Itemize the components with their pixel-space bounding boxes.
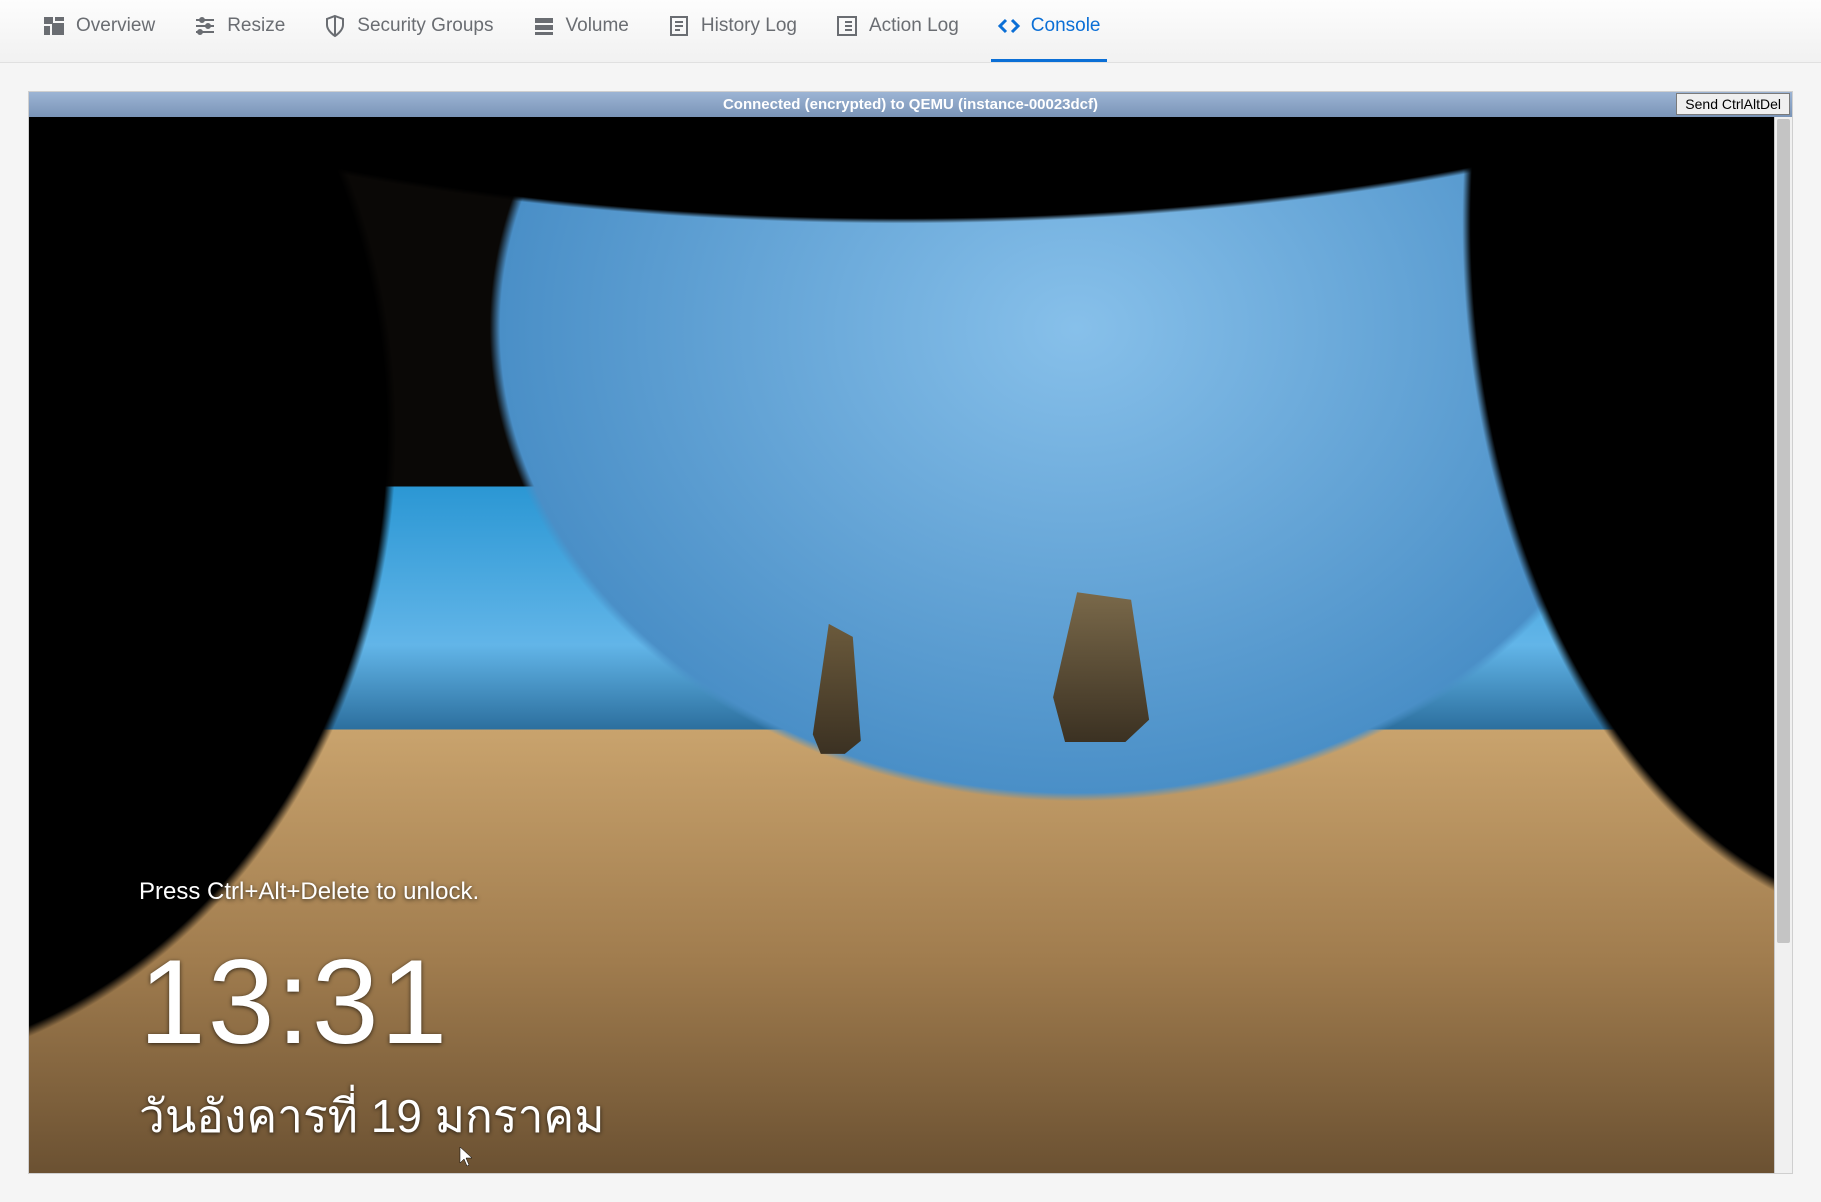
scrollbar-thumb[interactable] — [1777, 119, 1790, 943]
remote-screen[interactable]: Press Ctrl+Alt+Delete to unlock. 13:31 ว… — [29, 117, 1774, 1173]
vnc-status-text: Connected (encrypted) to QEMU (instance-… — [723, 96, 1098, 113]
vnc-status-bar: Connected (encrypted) to QEMU (instance-… — [29, 92, 1792, 117]
console-panel: Connected (encrypted) to QEMU (instance-… — [28, 91, 1793, 1174]
instance-tabs: Overview Resize Security Groups Volume H… — [0, 0, 1821, 63]
tab-action-log[interactable]: Action Log — [835, 14, 959, 48]
tab-security-groups[interactable]: Security Groups — [323, 14, 493, 48]
tab-label: Volume — [566, 15, 629, 37]
tab-volume[interactable]: Volume — [532, 14, 629, 48]
unlock-hint: Press Ctrl+Alt+Delete to unlock. — [139, 878, 1774, 906]
list-icon — [835, 14, 859, 38]
tab-label: Resize — [227, 15, 285, 37]
sliders-icon — [193, 14, 217, 38]
lockscreen-time: 13:31 — [139, 942, 1774, 1062]
document-icon — [667, 14, 691, 38]
code-icon — [997, 14, 1021, 38]
tab-label: Overview — [76, 15, 155, 37]
tab-label: Security Groups — [357, 15, 493, 37]
vertical-scrollbar[interactable] — [1774, 117, 1792, 1173]
mouse-cursor-icon — [459, 1147, 473, 1167]
tab-console[interactable]: Console — [997, 14, 1101, 48]
storage-icon — [532, 14, 556, 38]
tab-label: Console — [1031, 15, 1101, 37]
tab-resize[interactable]: Resize — [193, 14, 285, 48]
dashboard-icon — [42, 14, 66, 38]
shield-icon — [323, 14, 347, 38]
windows-lock-screen[interactable]: Press Ctrl+Alt+Delete to unlock. 13:31 ว… — [29, 117, 1774, 1173]
lockscreen-date: วันอังคารที่ 19 มกราคม — [139, 1080, 1774, 1153]
tab-label: History Log — [701, 15, 797, 37]
tab-label: Action Log — [869, 15, 959, 37]
lockscreen-overlay: Press Ctrl+Alt+Delete to unlock. 13:31 ว… — [29, 117, 1774, 1173]
tab-history-log[interactable]: History Log — [667, 14, 797, 48]
tab-overview[interactable]: Overview — [42, 14, 155, 48]
send-ctrl-alt-del-button[interactable]: Send CtrlAltDel — [1676, 93, 1790, 115]
